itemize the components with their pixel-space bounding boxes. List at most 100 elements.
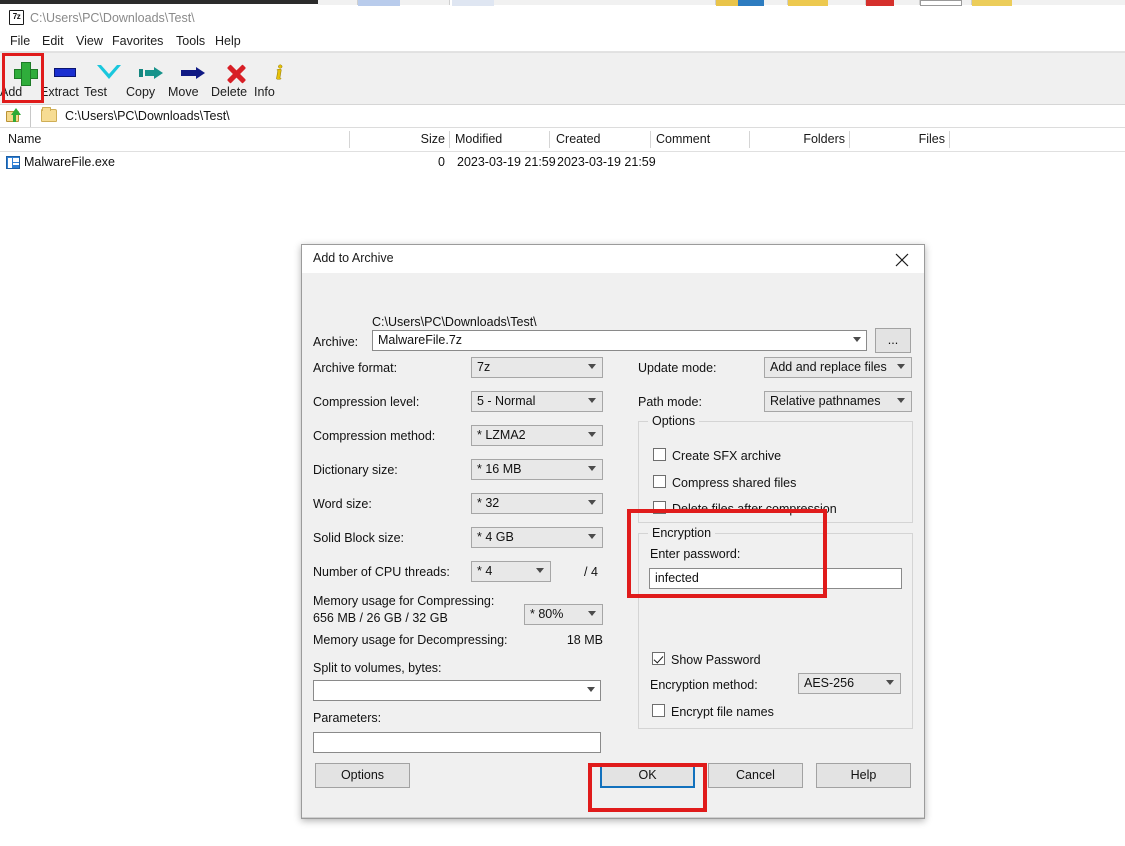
menu-item-help[interactable]: Help [211, 33, 245, 50]
archive-format-value: 7z [477, 360, 491, 374]
enter-password-label: Enter password: [650, 547, 741, 561]
strip-tab [972, 0, 1012, 6]
compression-level-select[interactable]: 5 - Normal [471, 391, 603, 412]
column-divider[interactable] [949, 131, 950, 148]
column-header-name[interactable]: Name [8, 128, 41, 151]
compression-method-value: LZMA2 [485, 428, 526, 442]
path-mode-select[interactable]: Relative pathnames [764, 391, 912, 412]
solid-block-size-value: 4 GB [485, 530, 514, 544]
compression-method-select[interactable]: * LZMA2 [471, 425, 603, 446]
dictionary-size-label: Dictionary size: [313, 463, 398, 477]
update-mode-select[interactable]: Add and replace files [764, 357, 912, 378]
encryption-group: Encryption [638, 526, 913, 729]
update-mode-value: Add and replace files [770, 360, 887, 374]
strip-seg [894, 0, 920, 5]
column-header-size[interactable]: Size [355, 128, 445, 151]
delete-after-compression-checkbox[interactable] [653, 501, 666, 514]
strip-seg [764, 0, 788, 5]
memory-compress-value: 656 MB / 26 GB / 32 GB [313, 611, 448, 625]
cancel-button[interactable]: Cancel [708, 763, 803, 788]
column-divider[interactable] [549, 131, 550, 148]
archive-format-label: Archive format: [313, 361, 398, 375]
menu-item-favorites[interactable]: Favorites [108, 33, 167, 50]
archive-label: Archive: [313, 335, 359, 349]
strip-seg [962, 0, 972, 5]
word-size-select[interactable]: * 32 [471, 493, 603, 514]
dialog-titlebar: Add to Archive [302, 245, 924, 273]
show-password-checkbox[interactable] [652, 652, 665, 665]
cpu-threads-label: Number of CPU threads: [313, 565, 450, 579]
delete-after-compression-label: Delete files after compression [672, 502, 837, 516]
info-toolbar-button[interactable]: i Info [254, 54, 304, 104]
update-mode-label: Update mode: [638, 361, 717, 375]
encrypt-file-names-checkbox[interactable] [652, 704, 665, 717]
create-sfx-checkbox[interactable] [653, 448, 666, 461]
file-name-cell: MalwareFile.exe [24, 155, 116, 169]
encryption-method-label: Encryption method: [650, 678, 758, 692]
cpu-threads-value: 4 [485, 564, 493, 578]
options-button[interactable]: Options [315, 763, 410, 788]
extract-toolbar-button[interactable]: Extract [40, 54, 90, 104]
seven-zip-window: 7z C:\Users\PC\Downloads\Test\ File Edit… [0, 0, 1125, 846]
dialog-footer-divider [302, 817, 924, 818]
path-mode-value: Relative pathnames [770, 394, 881, 408]
ok-button[interactable]: OK [600, 763, 695, 788]
memory-percent-value: 80% [538, 607, 564, 621]
table-row[interactable]: MalwareFile.exe 0 2023-03-19 21:59 2023-… [0, 153, 1125, 173]
window-title: C:\Users\PC\Downloads\Test\ [30, 11, 195, 25]
archive-format-select[interactable]: 7z [471, 357, 603, 378]
strip-seg [400, 0, 450, 5]
column-header-files[interactable]: Files [855, 128, 945, 151]
dialog-body: Archive: C:\Users\PC\Downloads\Test\ Mal… [302, 273, 924, 818]
parameters-input[interactable] [313, 732, 601, 753]
address-bar: C:\Users\PC\Downloads\Test\ [0, 105, 1125, 128]
move-toolbar-label: Move [168, 85, 199, 99]
strip-tab [358, 0, 400, 6]
menu-item-view[interactable]: View [72, 33, 107, 50]
browse-button[interactable]: ... [875, 328, 911, 353]
menu-item-edit[interactable]: Edit [38, 33, 68, 50]
address-path[interactable]: C:\Users\PC\Downloads\Test\ [65, 108, 230, 125]
encryption-method-select[interactable]: AES-256 [798, 673, 901, 694]
folder-icon [41, 107, 57, 122]
split-volumes-input[interactable] [313, 680, 601, 701]
column-divider[interactable] [650, 131, 651, 148]
show-password-label: Show Password [671, 653, 761, 667]
close-icon[interactable] [880, 245, 924, 273]
column-header-comment[interactable]: Comment [656, 128, 710, 151]
archive-name-input[interactable]: MalwareFile.7z [372, 330, 867, 351]
compress-shared-checkbox[interactable] [653, 475, 666, 488]
column-header-folders[interactable]: Folders [755, 128, 845, 151]
help-button[interactable]: Help [816, 763, 911, 788]
create-sfx-label: Create SFX archive [672, 449, 782, 463]
encrypt-file-names-label: Encrypt file names [671, 705, 774, 719]
column-divider[interactable] [449, 131, 450, 148]
menubar: File Edit View Favorites Tools Help [0, 31, 1125, 52]
add-to-archive-dialog: Add to Archive Archive: C:\Users\PC\Down… [301, 244, 925, 819]
filelist-header: Name Size Modified Created Comment Folde… [0, 128, 1125, 152]
menu-item-file[interactable]: File [6, 33, 34, 50]
split-volumes-dropdown-icon[interactable] [587, 687, 595, 692]
memory-compress-label: Memory usage for Compressing: [313, 594, 495, 608]
column-divider[interactable] [749, 131, 750, 148]
add-button-highlight [2, 53, 44, 103]
file-created-cell: 2023-03-19 21:59 [557, 155, 656, 169]
cpu-threads-select[interactable]: * 4 [471, 561, 551, 582]
strip-seg [1012, 0, 1125, 5]
cpu-threads-total-label: / 4 [584, 565, 598, 579]
compression-method-label: Compression method: [313, 429, 436, 443]
extract-toolbar-label: Extract [40, 85, 79, 99]
column-header-modified[interactable]: Modified [455, 128, 502, 151]
archive-name-dropdown-icon[interactable] [853, 337, 861, 342]
solid-block-size-select[interactable]: * 4 GB [471, 527, 603, 548]
up-folder-icon[interactable] [6, 108, 22, 124]
column-header-created[interactable]: Created [556, 128, 600, 151]
file-modified-cell: 2023-03-19 21:59 [457, 155, 556, 169]
strip-tab [452, 0, 494, 6]
memory-percent-select[interactable]: * 80% [524, 604, 603, 625]
password-input[interactable]: infected [649, 568, 902, 589]
menu-item-tools[interactable]: Tools [172, 33, 209, 50]
column-divider[interactable] [849, 131, 850, 148]
column-divider[interactable] [349, 131, 350, 148]
dictionary-size-select[interactable]: * 16 MB [471, 459, 603, 480]
